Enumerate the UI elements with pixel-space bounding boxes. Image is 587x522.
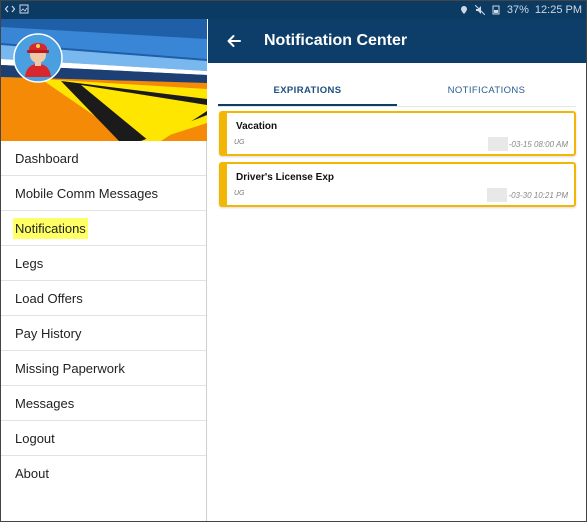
status-time: 12:25 PM	[534, 4, 582, 16]
app-window: 37% 12:25 PM Dashboard Mobile Comm Messa…	[0, 0, 587, 522]
menu-item-label: Legs	[15, 255, 44, 271]
code-icon	[5, 5, 15, 13]
menu-item-mobile-comm-messages[interactable]: Mobile Comm Messages	[1, 176, 206, 211]
mute-icon	[474, 5, 485, 15]
arrow-left-icon	[227, 35, 241, 47]
card-title: Vacation	[236, 121, 278, 132]
location-icon	[460, 6, 467, 14]
status-right-icons: 37% 12:25 PM	[459, 4, 582, 16]
card-subtitle: UG	[234, 139, 245, 146]
card-date-text: -03-15 08:00 AM	[508, 139, 568, 149]
menu-item-about[interactable]: About	[1, 456, 206, 491]
image-icon	[19, 4, 29, 14]
menu-item-label: Logout	[15, 430, 55, 446]
redacted-mask	[487, 137, 508, 151]
status-left-icons	[5, 4, 29, 14]
expiration-list: Vacation UG -03-15 08:00 AM Driver's Lic…	[219, 111, 576, 207]
menu-item-logout[interactable]: Logout	[1, 421, 206, 456]
card-subtitle: UG	[234, 190, 245, 197]
menu-item-label: Missing Paperwork	[15, 360, 125, 376]
notification-center-screen: Notification Center EXPIRATIONS NOTIFICA…	[208, 19, 586, 521]
menu-item-label: About	[15, 466, 49, 481]
menu-item-label: Notifications	[13, 217, 88, 239]
card-title: Driver's License Exp	[236, 172, 334, 183]
card-date: -03-15 08:00 AM	[487, 137, 568, 151]
menu-item-load-offers[interactable]: Load Offers	[1, 281, 206, 316]
drawer-header	[1, 19, 207, 141]
menu-item-label: Messages	[15, 395, 75, 411]
tab-bar: EXPIRATIONS NOTIFICATIONS	[218, 77, 576, 107]
menu-item-dashboard[interactable]: Dashboard	[1, 141, 206, 176]
menu-item-label: Dashboard	[15, 150, 79, 166]
card-date: -03-30 10:21 PM	[487, 188, 568, 202]
expiration-card-drivers-license[interactable]: Driver's License Exp UG -03-30 10:21 PM	[219, 162, 576, 207]
menu-item-pay-history[interactable]: Pay History	[1, 316, 206, 351]
drawer-menu: Dashboard Mobile Comm Messages Notificat…	[1, 141, 206, 491]
card-date-text: -03-30 10:21 PM	[508, 190, 568, 200]
app-bar: Notification Center	[208, 19, 586, 63]
expiration-card-vacation[interactable]: Vacation UG -03-15 08:00 AM	[219, 111, 576, 156]
status-bar: 37% 12:25 PM	[1, 1, 586, 19]
menu-item-label: Mobile Comm Messages	[15, 185, 159, 201]
redacted-mask	[487, 188, 508, 202]
menu-item-messages[interactable]: Messages	[1, 386, 206, 421]
battery-percent: 37%	[506, 4, 529, 16]
tab-notifications[interactable]: NOTIFICATIONS	[397, 77, 576, 106]
driver-avatar-icon	[13, 33, 63, 83]
menu-item-missing-paperwork[interactable]: Missing Paperwork	[1, 351, 206, 386]
navigation-drawer: Dashboard Mobile Comm Messages Notificat…	[1, 19, 207, 521]
tab-expirations[interactable]: EXPIRATIONS	[218, 77, 397, 106]
battery-icon	[492, 5, 500, 15]
page-title: Notification Center	[264, 32, 408, 49]
back-button[interactable]	[222, 29, 246, 53]
menu-item-label: Pay History	[15, 325, 82, 341]
menu-item-notifications[interactable]: Notifications	[1, 211, 206, 246]
menu-item-label: Load Offers	[15, 290, 83, 306]
menu-item-legs[interactable]: Legs	[1, 246, 206, 281]
